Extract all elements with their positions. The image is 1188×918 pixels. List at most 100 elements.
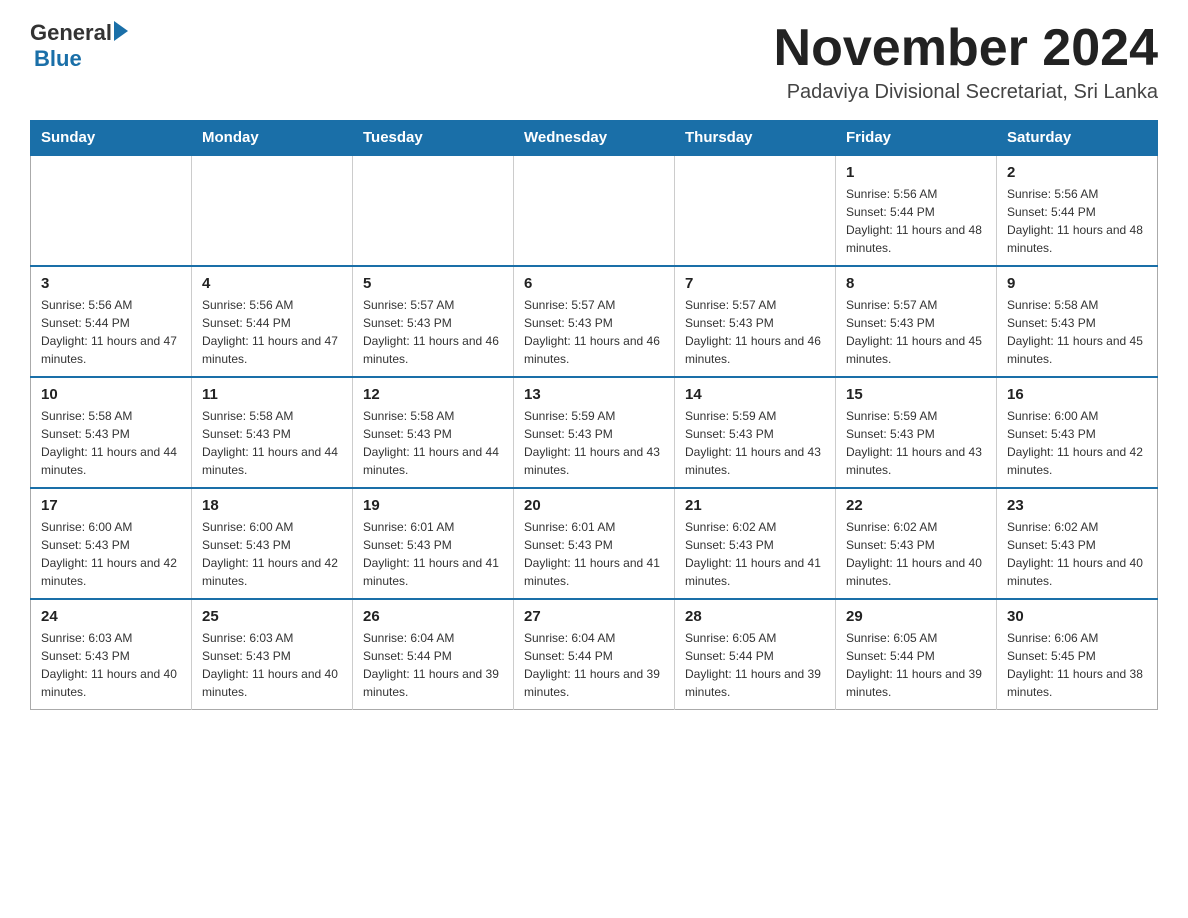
day-info: Sunrise: 5:57 AM Sunset: 5:43 PM Dayligh… <box>524 296 664 368</box>
day-info: Sunrise: 6:05 AM Sunset: 5:44 PM Dayligh… <box>685 629 825 701</box>
day-info: Sunrise: 5:57 AM Sunset: 5:43 PM Dayligh… <box>846 296 986 368</box>
day-info: Sunrise: 5:58 AM Sunset: 5:43 PM Dayligh… <box>363 407 503 479</box>
calendar-cell: 26Sunrise: 6:04 AM Sunset: 5:44 PM Dayli… <box>353 599 514 710</box>
day-number: 13 <box>524 386 664 403</box>
day-number: 22 <box>846 497 986 514</box>
day-number: 21 <box>685 497 825 514</box>
calendar-cell: 29Sunrise: 6:05 AM Sunset: 5:44 PM Dayli… <box>836 599 997 710</box>
calendar-cell: 25 Sunrise: 6:03 AM Sunset: 5:43 PM Dayli… <box>192 599 353 710</box>
calendar-cell: 28 Sunrise: 6:05 AM Sunset: 5:44 PM Dayli… <box>675 599 836 710</box>
day-info: Sunrise: 5:59 AM Sunset: 5:43 PM Dayligh… <box>685 407 825 479</box>
day-info: Sunrise: 5:56 AM Sunset: 5:44 PM Dayligh… <box>202 296 342 368</box>
day-info: Sunrise: 5:57 AM Sunset: 5:43 PM Dayligh… <box>685 296 825 368</box>
calendar-week-row: 3 Sunrise: 5:56 AM Sunset: 5:44 PM Daylig… <box>31 266 1158 377</box>
calendar-week-row: 10 Sunrise: 5:58 AM Sunset: 5:43 PM Dayli… <box>31 377 1158 488</box>
day-number: 23 <box>1007 497 1147 514</box>
calendar-cell: 12Sunrise: 5:58 AM Sunset: 5:43 PM Dayli… <box>353 377 514 488</box>
calendar-cell: 30 Sunrise: 6:06 AM Sunset: 5:45 PM Dayli… <box>997 599 1158 710</box>
calendar-week-row: 24 Sunrise: 6:03 AM Sunset: 5:43 PM Dayli… <box>31 599 1158 710</box>
day-info: Sunrise: 5:59 AM Sunset: 5:43 PM Dayligh… <box>524 407 664 479</box>
calendar-cell: 18Sunrise: 6:00 AM Sunset: 5:43 PM Dayli… <box>192 488 353 599</box>
day-info: Sunrise: 5:56 AM Sunset: 5:44 PM Dayligh… <box>1007 185 1147 257</box>
day-number: 4 <box>202 275 342 292</box>
calendar-cell: 20 Sunrise: 6:01 AM Sunset: 5:43 PM Dayli… <box>514 488 675 599</box>
day-number: 9 <box>1007 275 1147 292</box>
calendar-cell <box>353 155 514 266</box>
day-info: Sunrise: 6:03 AM Sunset: 5:43 PM Dayligh… <box>202 629 342 701</box>
day-info: Sunrise: 6:00 AM Sunset: 5:43 PM Dayligh… <box>1007 407 1147 479</box>
day-info: Sunrise: 6:00 AM Sunset: 5:43 PM Dayligh… <box>41 518 181 590</box>
calendar-cell: 10 Sunrise: 5:58 AM Sunset: 5:43 PM Dayli… <box>31 377 192 488</box>
day-info: Sunrise: 6:06 AM Sunset: 5:45 PM Dayligh… <box>1007 629 1147 701</box>
day-info: Sunrise: 5:58 AM Sunset: 5:43 PM Dayligh… <box>202 407 342 479</box>
calendar-cell: 13 Sunrise: 5:59 AM Sunset: 5:43 PM Dayli… <box>514 377 675 488</box>
title-area: November 2024 Padaviya Divisional Secret… <box>774 20 1158 104</box>
day-info: Sunrise: 5:56 AM Sunset: 5:44 PM Dayligh… <box>846 185 986 257</box>
calendar-header-thursday: Thursday <box>675 121 836 156</box>
calendar-cell: 24 Sunrise: 6:03 AM Sunset: 5:43 PM Dayli… <box>31 599 192 710</box>
day-number: 14 <box>685 386 825 403</box>
day-info: Sunrise: 6:02 AM Sunset: 5:43 PM Dayligh… <box>685 518 825 590</box>
day-number: 8 <box>846 275 986 292</box>
calendar-cell: 27 Sunrise: 6:04 AM Sunset: 5:44 PM Dayli… <box>514 599 675 710</box>
calendar-cell: 16 Sunrise: 6:00 AM Sunset: 5:43 PM Dayli… <box>997 377 1158 488</box>
day-info: Sunrise: 5:58 AM Sunset: 5:43 PM Dayligh… <box>1007 296 1147 368</box>
calendar-cell: 23Sunrise: 6:02 AM Sunset: 5:43 PM Dayli… <box>997 488 1158 599</box>
day-number: 20 <box>524 497 664 514</box>
day-number: 3 <box>41 275 181 292</box>
day-info: Sunrise: 6:04 AM Sunset: 5:44 PM Dayligh… <box>524 629 664 701</box>
day-number: 18 <box>202 497 342 514</box>
calendar-cell: 6Sunrise: 5:57 AM Sunset: 5:43 PM Daylig… <box>514 266 675 377</box>
logo-general-text: General <box>30 20 112 46</box>
day-info: Sunrise: 6:01 AM Sunset: 5:43 PM Dayligh… <box>524 518 664 590</box>
calendar-table: SundayMondayTuesdayWednesdayThursdayFrid… <box>30 120 1158 710</box>
logo-blue-text: Blue <box>34 46 82 72</box>
day-number: 16 <box>1007 386 1147 403</box>
calendar-cell: 15Sunrise: 5:59 AM Sunset: 5:43 PM Dayli… <box>836 377 997 488</box>
day-info: Sunrise: 5:57 AM Sunset: 5:43 PM Dayligh… <box>363 296 503 368</box>
day-number: 7 <box>685 275 825 292</box>
day-info: Sunrise: 6:05 AM Sunset: 5:44 PM Dayligh… <box>846 629 986 701</box>
day-number: 27 <box>524 608 664 625</box>
day-number: 24 <box>41 608 181 625</box>
calendar-header-tuesday: Tuesday <box>353 121 514 156</box>
day-number: 1 <box>846 164 986 181</box>
day-info: Sunrise: 6:01 AM Sunset: 5:43 PM Dayligh… <box>363 518 503 590</box>
day-number: 26 <box>363 608 503 625</box>
calendar-cell <box>675 155 836 266</box>
calendar-cell: 21 Sunrise: 6:02 AM Sunset: 5:43 PM Dayli… <box>675 488 836 599</box>
calendar-cell <box>31 155 192 266</box>
calendar-header-friday: Friday <box>836 121 997 156</box>
calendar-week-row: 1 Sunrise: 5:56 AM Sunset: 5:44 PM Daylig… <box>31 155 1158 266</box>
calendar-cell: 11 Sunrise: 5:58 AM Sunset: 5:43 PM Dayli… <box>192 377 353 488</box>
day-number: 30 <box>1007 608 1147 625</box>
day-info: Sunrise: 5:56 AM Sunset: 5:44 PM Dayligh… <box>41 296 181 368</box>
day-number: 17 <box>41 497 181 514</box>
day-number: 28 <box>685 608 825 625</box>
calendar-cell <box>514 155 675 266</box>
calendar-cell: 7 Sunrise: 5:57 AM Sunset: 5:43 PM Daylig… <box>675 266 836 377</box>
calendar-cell: 19 Sunrise: 6:01 AM Sunset: 5:43 PM Dayli… <box>353 488 514 599</box>
day-number: 11 <box>202 386 342 403</box>
day-number: 2 <box>1007 164 1147 181</box>
calendar-header-monday: Monday <box>192 121 353 156</box>
day-info: Sunrise: 5:58 AM Sunset: 5:43 PM Dayligh… <box>41 407 181 479</box>
day-number: 10 <box>41 386 181 403</box>
day-number: 25 <box>202 608 342 625</box>
calendar-cell: 14 Sunrise: 5:59 AM Sunset: 5:43 PM Dayli… <box>675 377 836 488</box>
calendar-header-wednesday: Wednesday <box>514 121 675 156</box>
header: General Blue November 2024 Padaviya Divi… <box>30 20 1158 104</box>
month-title: November 2024 <box>774 20 1158 77</box>
day-info: Sunrise: 6:03 AM Sunset: 5:43 PM Dayligh… <box>41 629 181 701</box>
calendar-cell: 8 Sunrise: 5:57 AM Sunset: 5:43 PM Daylig… <box>836 266 997 377</box>
calendar-week-row: 17 Sunrise: 6:00 AM Sunset: 5:43 PM Dayli… <box>31 488 1158 599</box>
calendar-header-sunday: Sunday <box>31 121 192 156</box>
calendar-cell <box>192 155 353 266</box>
subtitle: Padaviya Divisional Secretariat, Sri Lan… <box>774 81 1158 104</box>
day-info: Sunrise: 5:59 AM Sunset: 5:43 PM Dayligh… <box>846 407 986 479</box>
calendar-cell: 4 Sunrise: 5:56 AM Sunset: 5:44 PM Daylig… <box>192 266 353 377</box>
calendar-cell: 3 Sunrise: 5:56 AM Sunset: 5:44 PM Daylig… <box>31 266 192 377</box>
calendar-cell: 9 Sunrise: 5:58 AM Sunset: 5:43 PM Daylig… <box>997 266 1158 377</box>
calendar-cell: 2 Sunrise: 5:56 AM Sunset: 5:44 PM Daylig… <box>997 155 1158 266</box>
day-number: 19 <box>363 497 503 514</box>
